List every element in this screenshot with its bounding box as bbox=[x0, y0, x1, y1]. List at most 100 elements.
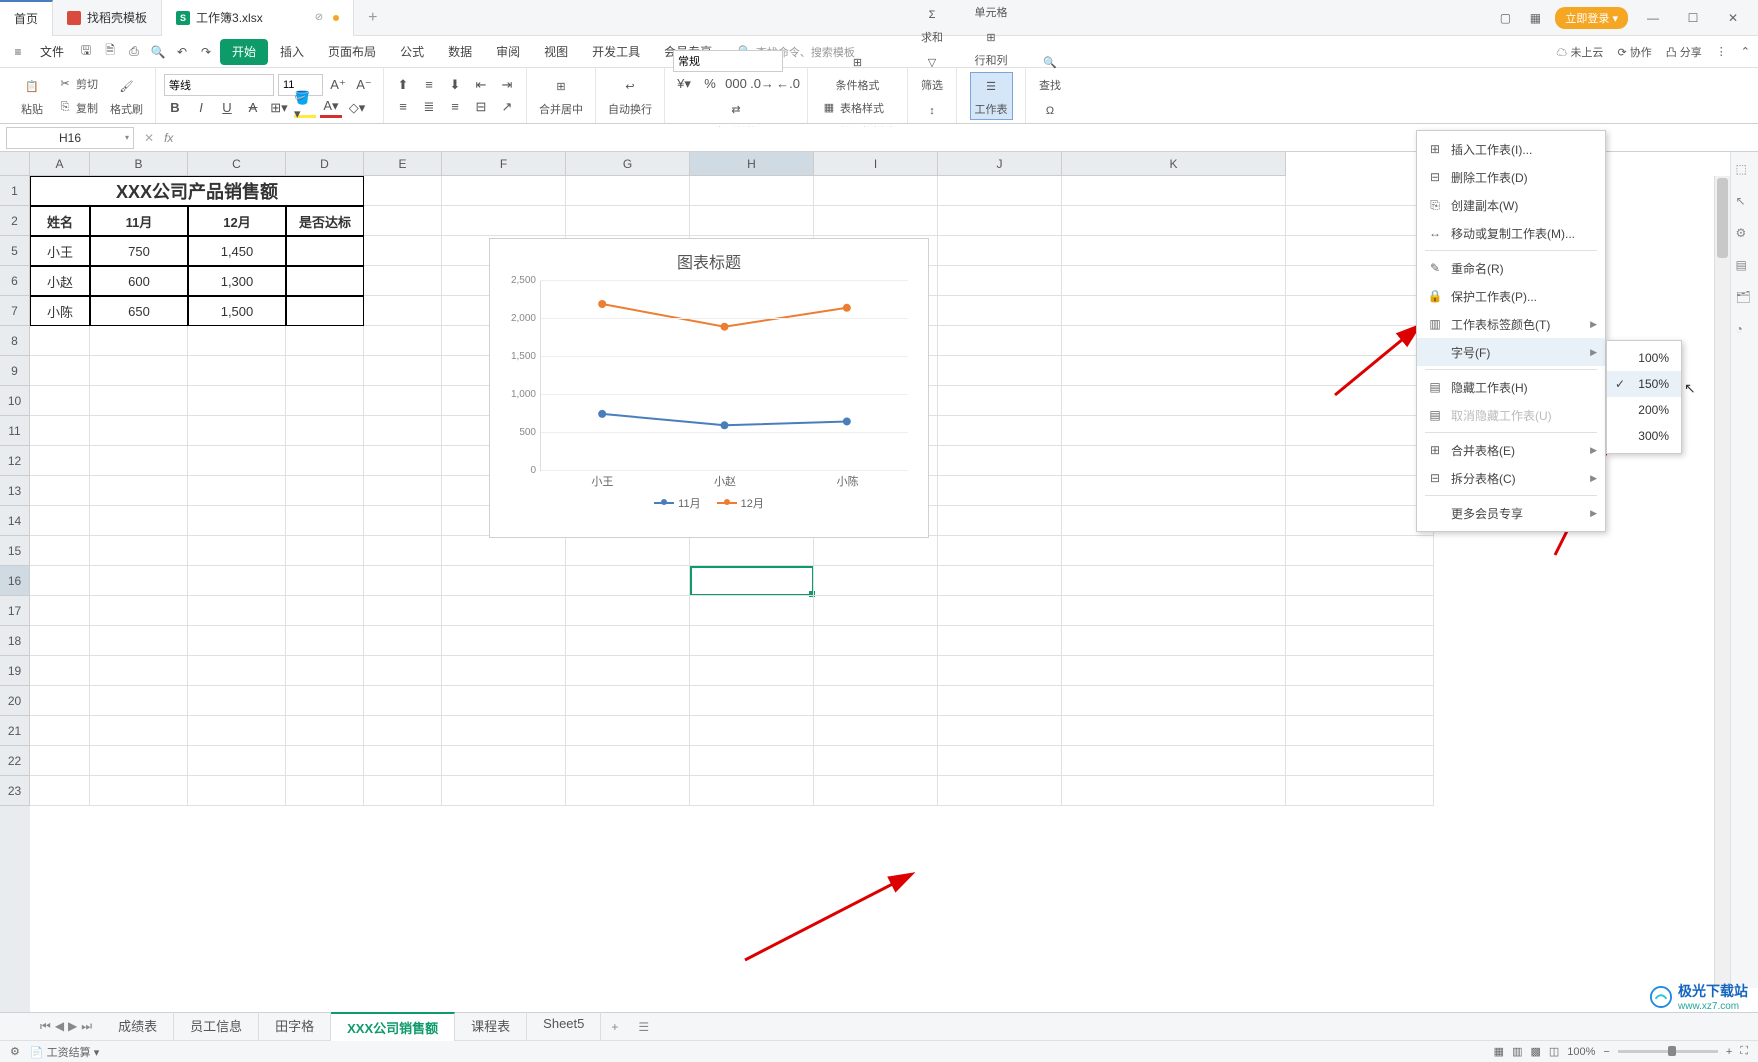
data-cell[interactable]: 1,300 bbox=[188, 266, 286, 296]
select-all-corner[interactable] bbox=[0, 152, 30, 176]
increase-font-icon[interactable]: A⁺ bbox=[327, 75, 349, 95]
data-cell[interactable]: 11月 bbox=[90, 206, 188, 236]
row-header-17[interactable]: 17 bbox=[0, 596, 30, 626]
row-header-14[interactable]: 14 bbox=[0, 506, 30, 536]
cond-format-button[interactable]: ⊞条件格式 bbox=[832, 49, 884, 95]
row-header-9[interactable]: 9 bbox=[0, 356, 30, 386]
merge-across-icon[interactable]: ⊟ bbox=[470, 97, 492, 117]
cut-button[interactable]: ✂剪切 bbox=[52, 73, 102, 95]
print-icon[interactable]: ⎙ bbox=[124, 42, 144, 62]
status-settings-icon[interactable]: ⚙ bbox=[10, 1045, 20, 1058]
view-page-icon[interactable]: ▥ bbox=[1512, 1045, 1522, 1058]
row-header-22[interactable]: 22 bbox=[0, 746, 30, 776]
row-header-5[interactable]: 5 bbox=[0, 236, 30, 266]
row-header-21[interactable]: 21 bbox=[0, 716, 30, 746]
row-header-8[interactable]: 8 bbox=[0, 326, 30, 356]
wrap-text-button[interactable]: ↩自动换行 bbox=[604, 73, 656, 119]
col-header-I[interactable]: I bbox=[814, 152, 938, 176]
ctx-more-vip[interactable]: 更多会员专享▶ bbox=[1417, 499, 1605, 527]
minimize-button[interactable]: — bbox=[1638, 3, 1668, 33]
border-button[interactable]: ⊞▾ bbox=[268, 98, 290, 118]
row-header-19[interactable]: 19 bbox=[0, 656, 30, 686]
ctx-rename[interactable]: ✎重命名(R) bbox=[1417, 254, 1605, 282]
row-header-12[interactable]: 12 bbox=[0, 446, 30, 476]
scrollbar-thumb[interactable] bbox=[1717, 178, 1728, 258]
data-cell[interactable] bbox=[286, 266, 364, 296]
menu-icon[interactable]: ≡ bbox=[8, 42, 28, 62]
menu-tab-5[interactable]: 审阅 bbox=[484, 39, 532, 65]
col-header-B[interactable]: B bbox=[90, 152, 188, 176]
font-100[interactable]: 100% bbox=[1607, 345, 1681, 371]
menu-tab-7[interactable]: 开发工具 bbox=[580, 39, 652, 65]
col-header-A[interactable]: A bbox=[30, 152, 90, 176]
tab-templates[interactable]: 找稻壳模板 bbox=[53, 0, 162, 36]
menu-tab-6[interactable]: 视图 bbox=[532, 39, 580, 65]
number-format-select[interactable] bbox=[673, 50, 783, 72]
row-header-16[interactable]: 16 bbox=[0, 566, 30, 596]
indent-right-icon[interactable]: ⇥ bbox=[496, 75, 518, 95]
name-box[interactable]: H16 bbox=[6, 127, 134, 149]
data-cell[interactable]: XXX公司产品销售额 bbox=[30, 176, 364, 206]
col-header-C[interactable]: C bbox=[188, 152, 286, 176]
reading-mode-icon[interactable]: ◫ bbox=[1549, 1045, 1559, 1058]
save-icon[interactable]: 🖫 bbox=[76, 42, 96, 62]
cloud-status[interactable]: ☁ 未上云 bbox=[1556, 44, 1603, 60]
row-header-6[interactable]: 6 bbox=[0, 266, 30, 296]
dec-decimal-icon[interactable]: ←.0 bbox=[777, 74, 799, 94]
layout-icon[interactable]: ▢ bbox=[1495, 8, 1515, 28]
align-center-icon[interactable]: ≣ bbox=[418, 97, 440, 117]
zoom-out-button[interactable]: − bbox=[1603, 1046, 1609, 1058]
menu-tab-1[interactable]: 插入 bbox=[268, 39, 316, 65]
find-button[interactable]: 🔍查找 bbox=[1034, 49, 1066, 95]
clear-format-button[interactable]: ◇▾ bbox=[346, 98, 368, 118]
data-cell[interactable]: 小王 bbox=[30, 236, 90, 266]
embedded-chart[interactable]: 图表标题 05001,0001,5002,0002,500小王小赵小陈 11月 … bbox=[489, 238, 929, 538]
tab-home[interactable]: 首页 bbox=[0, 0, 53, 36]
row-header-10[interactable]: 10 bbox=[0, 386, 30, 416]
sheet-tab-1[interactable]: 员工信息 bbox=[174, 1012, 259, 1041]
tab-document[interactable]: S 工作簿3.xlsx ⊘ bbox=[162, 0, 354, 36]
zoom-in-button[interactable]: + bbox=[1726, 1046, 1732, 1058]
data-cell[interactable]: 1,500 bbox=[188, 296, 286, 326]
paste-button[interactable]: 📋粘贴 bbox=[16, 73, 48, 119]
col-header-D[interactable]: D bbox=[286, 152, 364, 176]
row-header-2[interactable]: 2 bbox=[0, 206, 30, 236]
row-header-13[interactable]: 13 bbox=[0, 476, 30, 506]
font-200[interactable]: 200% bbox=[1607, 397, 1681, 423]
row-header-23[interactable]: 23 bbox=[0, 776, 30, 806]
percent-icon[interactable]: % bbox=[699, 74, 721, 94]
file-menu[interactable]: 文件 bbox=[32, 39, 72, 64]
menu-tab-2[interactable]: 页面布局 bbox=[316, 39, 388, 65]
share-button[interactable]: 凸 分享 bbox=[1666, 44, 1702, 60]
col-header-E[interactable]: E bbox=[364, 152, 442, 176]
align-top-icon[interactable]: ⬆ bbox=[392, 75, 414, 95]
zoom-value[interactable]: 100% bbox=[1567, 1046, 1595, 1058]
decrease-font-icon[interactable]: A⁻ bbox=[353, 75, 375, 95]
row-header-18[interactable]: 18 bbox=[0, 626, 30, 656]
rowcol-button[interactable]: ⊞行和列 bbox=[971, 24, 1012, 70]
login-button[interactable]: 立即登录 ▾ bbox=[1555, 7, 1628, 29]
sp-backup-icon[interactable]: 🗂 bbox=[1736, 290, 1754, 308]
sheet-tab-2[interactable]: 田字格 bbox=[259, 1012, 331, 1041]
orientation-icon[interactable]: ↗ bbox=[496, 97, 518, 117]
view-normal-icon[interactable]: ▦ bbox=[1494, 1045, 1504, 1058]
collab-button[interactable]: ⟳ 协作 bbox=[1617, 44, 1651, 60]
font-300[interactable]: 300% bbox=[1607, 423, 1681, 449]
data-cell[interactable]: 1,450 bbox=[188, 236, 286, 266]
ctx-hide[interactable]: ▤隐藏工作表(H) bbox=[1417, 373, 1605, 401]
col-header-F[interactable]: F bbox=[442, 152, 566, 176]
sheet-nav-next[interactable]: ▶ bbox=[68, 1019, 77, 1034]
italic-button[interactable]: I bbox=[190, 98, 212, 118]
close-window-button[interactable]: ✕ bbox=[1718, 3, 1748, 33]
collapse-ribbon-icon[interactable]: ⌃ bbox=[1741, 45, 1750, 58]
vertical-scrollbar[interactable] bbox=[1714, 176, 1730, 988]
cell-button[interactable]: ▢单元格 bbox=[971, 0, 1012, 22]
data-cell[interactable]: 750 bbox=[90, 236, 188, 266]
row-header-15[interactable]: 15 bbox=[0, 536, 30, 566]
sp-chart-icon[interactable]: ◔ bbox=[1736, 322, 1754, 340]
more-icon[interactable]: ⋮ bbox=[1716, 45, 1727, 58]
copy-button[interactable]: ⎘复制 bbox=[52, 97, 102, 119]
merge-center-button[interactable]: ⊞合并居中 bbox=[535, 73, 587, 119]
data-cell[interactable] bbox=[286, 296, 364, 326]
zoom-slider[interactable] bbox=[1618, 1050, 1718, 1053]
